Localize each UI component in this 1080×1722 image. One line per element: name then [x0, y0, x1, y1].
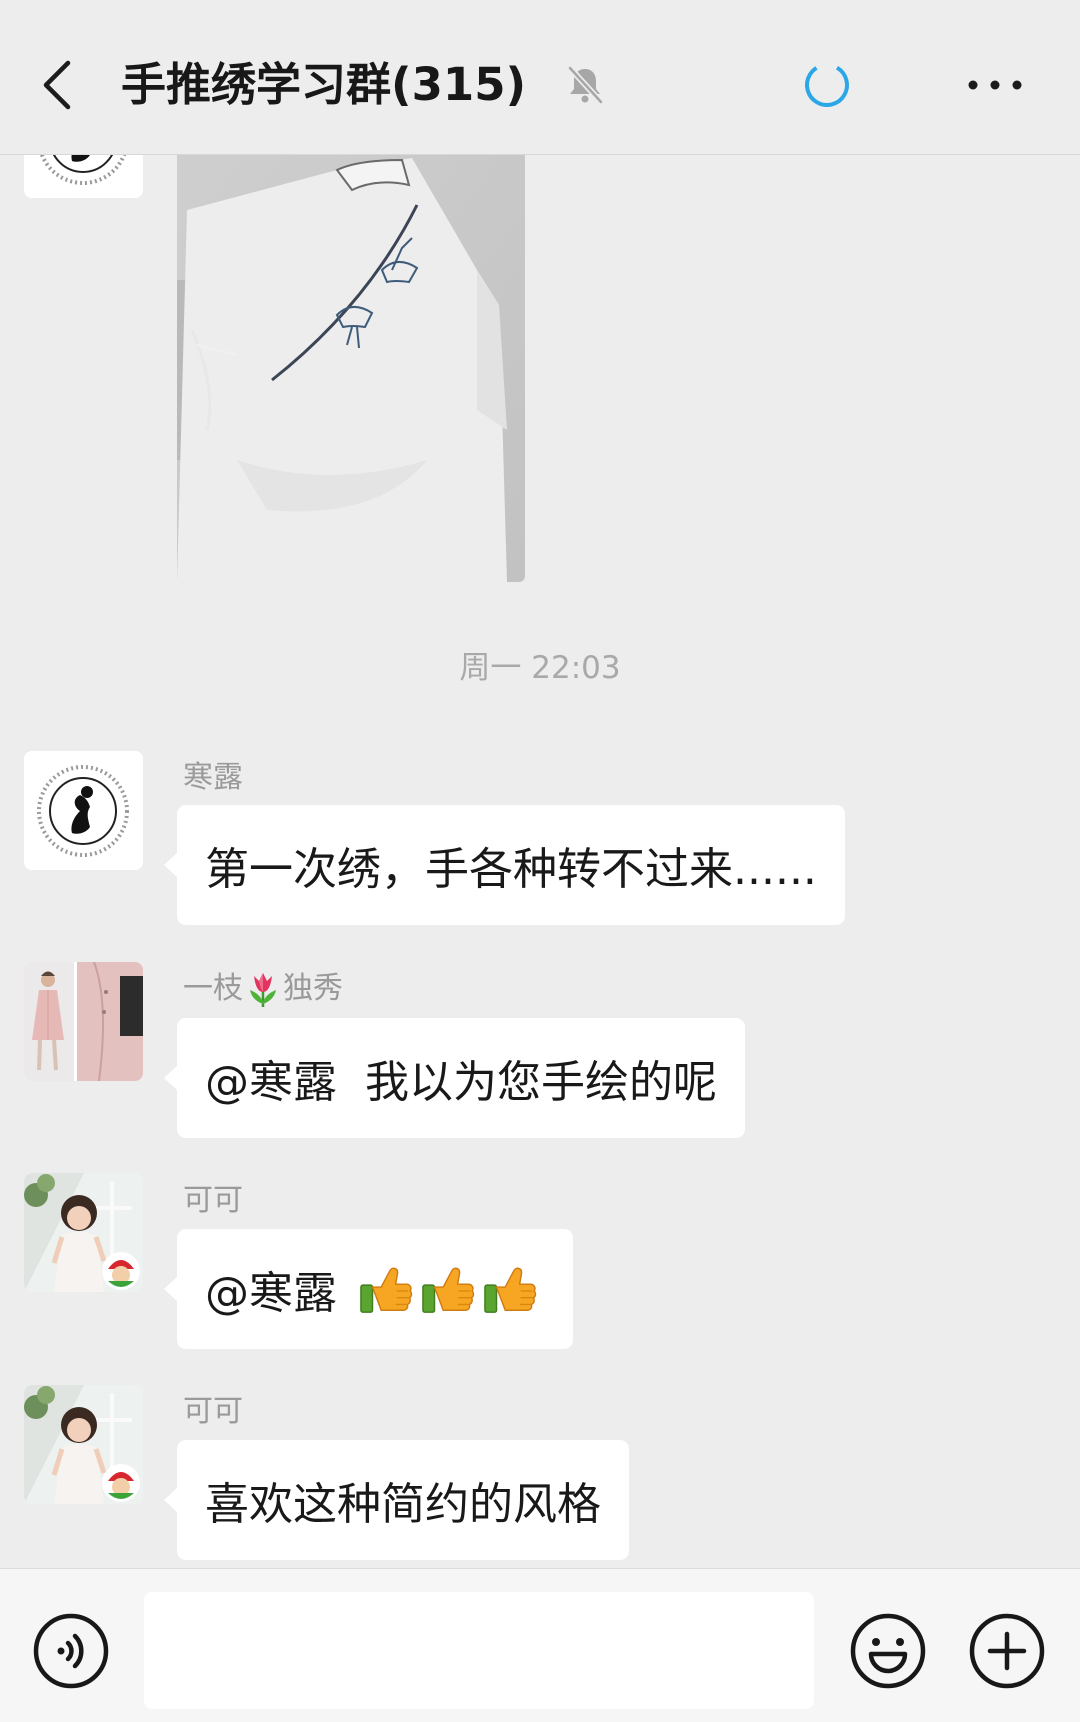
more-dots-icon[interactable]: [966, 78, 1024, 92]
message-input[interactable]: [144, 1592, 814, 1709]
sender-name: 一枝 独秀: [183, 971, 343, 1007]
plus-icon[interactable]: [967, 1611, 1047, 1691]
sender-name: 寒露: [183, 760, 243, 795]
sender-name-part: 独秀: [283, 971, 343, 1006]
emoji-icon[interactable]: [848, 1611, 928, 1691]
chevron-left-icon[interactable]: [36, 57, 84, 113]
emoji-row: [359, 1261, 545, 1317]
message-text: @寒露: [205, 1268, 337, 1319]
message-bubble[interactable]: 喜欢这种简约的风格: [164, 1440, 629, 1560]
message-bubble[interactable]: @寒露 我以为您手绘的呢: [164, 1018, 745, 1138]
tulip-emoji-icon: [250, 973, 276, 1007]
message-text: 喜欢这种简约的风格: [205, 1479, 601, 1530]
message-text: @寒露 我以为您手绘的呢: [205, 1057, 717, 1108]
embroidered-shirt-photo: [177, 130, 525, 582]
sender-name: 可可: [183, 1183, 243, 1218]
message-text: 第一次绣，手各种转不过来......: [205, 844, 817, 895]
avatar-hanlu[interactable]: [24, 751, 143, 870]
pink-coat-avatar-image: [24, 962, 143, 1081]
avatar-yizhi-duxiu[interactable]: [24, 962, 143, 1081]
avatar-keke[interactable]: [24, 1173, 143, 1292]
chat-header: 手推绣学习群(315): [0, 0, 1080, 155]
logo-avatar-image: [24, 751, 143, 870]
thumbs-up-icon: [422, 1267, 475, 1313]
thumbs-up-icon: [484, 1267, 537, 1313]
image-message[interactable]: [177, 130, 525, 582]
bell-muted-icon: [567, 65, 604, 105]
girl-photo-avatar-image: [24, 1173, 143, 1292]
loading-spinner-icon: [805, 63, 849, 107]
thumbs-up-icon: [360, 1267, 413, 1313]
chat-area[interactable]: 周一 22:03 寒露 第一次绣，手各种转不过来...... 一枝 独秀 @寒露…: [0, 0, 1080, 1568]
sender-name-part: 一枝: [183, 971, 243, 1006]
voice-icon[interactable]: [31, 1611, 111, 1691]
chat-title: 手推绣学习群(315): [121, 58, 527, 111]
message-timestamp: 周一 22:03: [459, 650, 621, 686]
avatar-keke[interactable]: [24, 1385, 143, 1504]
input-bar: [0, 1568, 1080, 1722]
message-bubble[interactable]: 第一次绣，手各种转不过来......: [164, 805, 845, 925]
sender-name: 可可: [183, 1394, 243, 1429]
message-bubble[interactable]: @寒露: [164, 1229, 573, 1349]
girl-photo-avatar-image: [24, 1385, 143, 1504]
